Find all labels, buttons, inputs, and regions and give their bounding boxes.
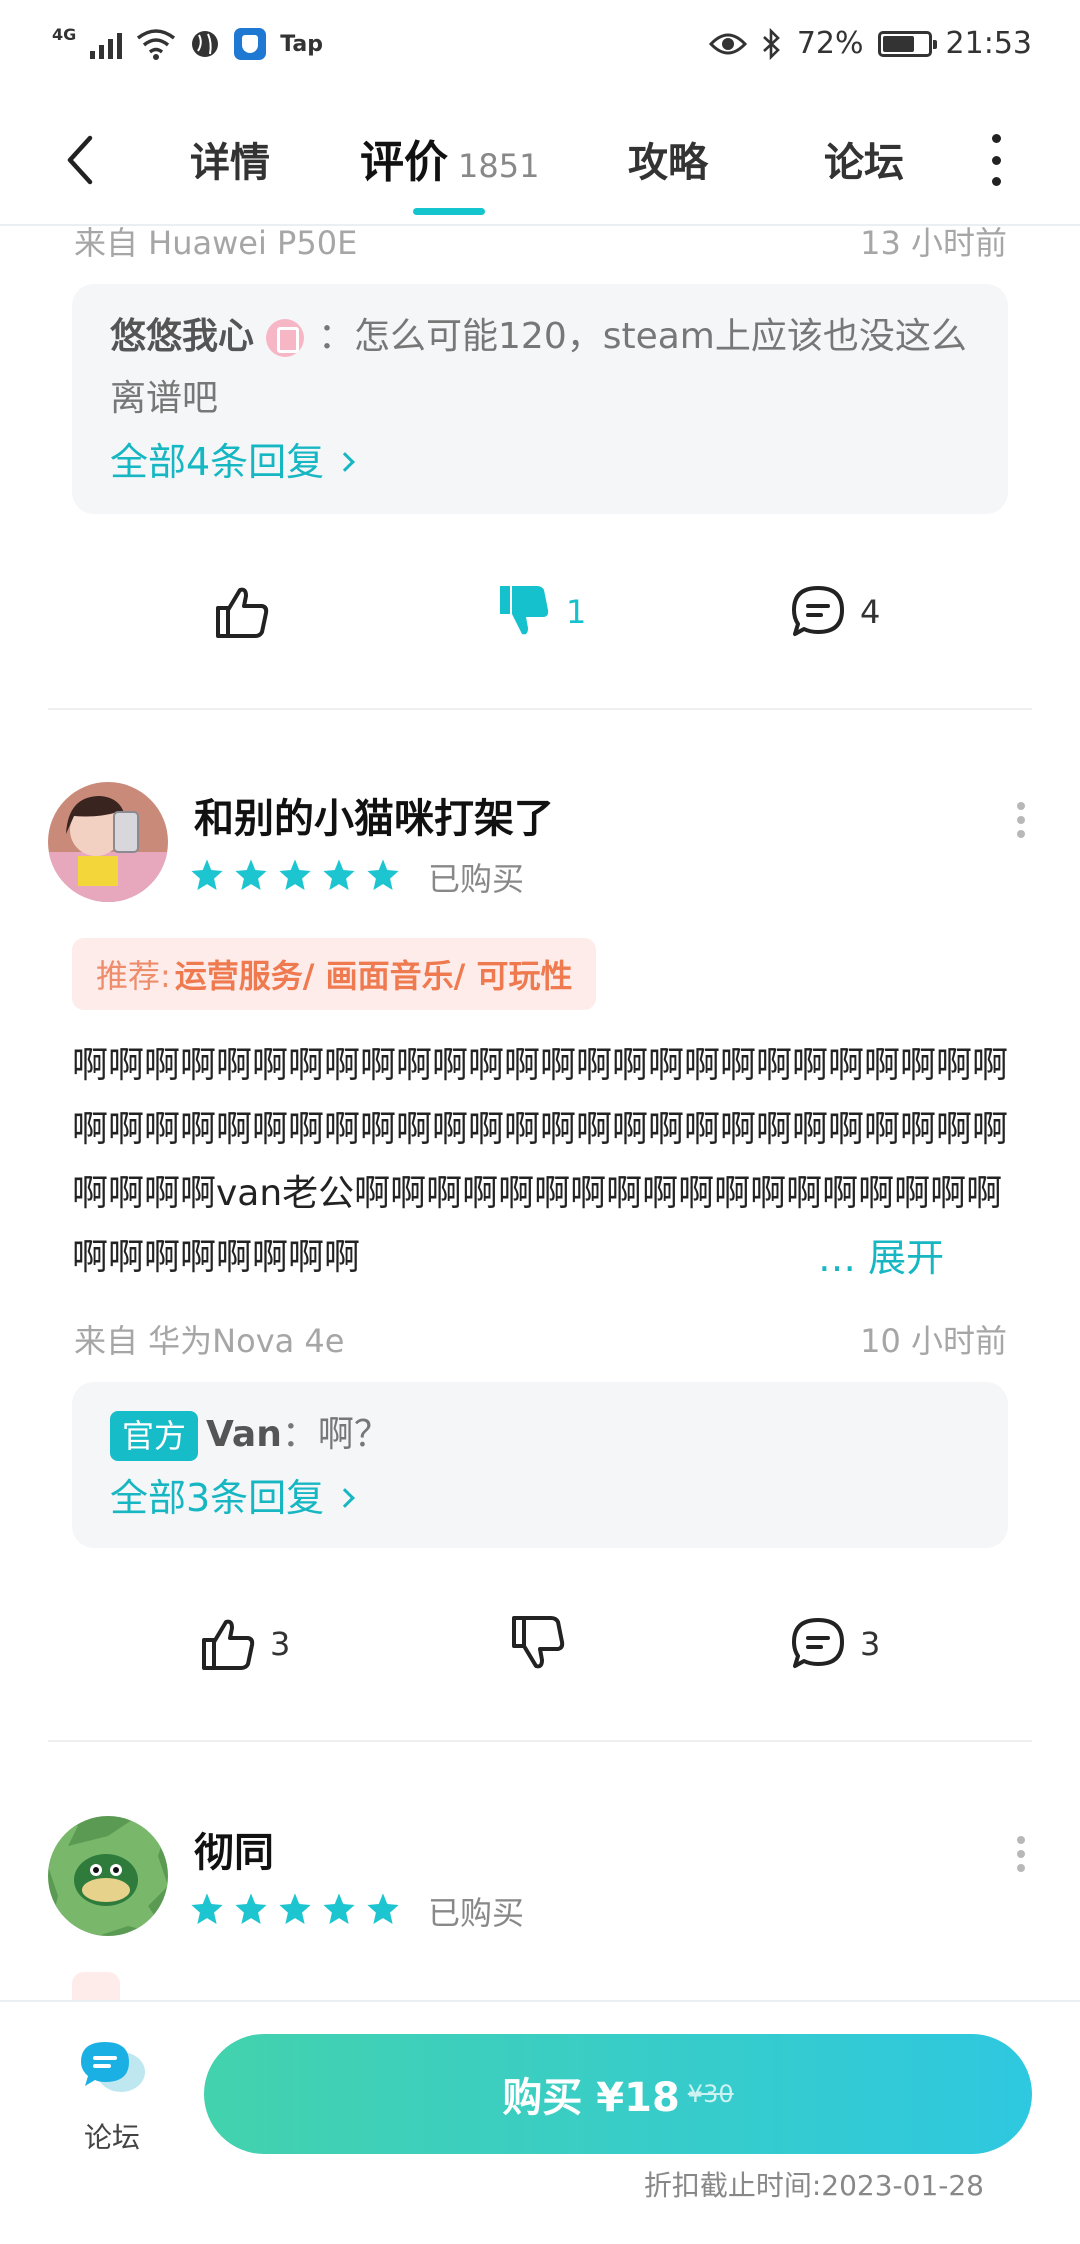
discount-deadline: 折扣截止时间:2023-01-28: [643, 2169, 984, 2202]
thumbs-up-icon: [202, 1619, 255, 1670]
recommend-tag: 推荐: 运营服务/ 画面音乐/ 可玩性: [72, 938, 597, 1010]
purchased-label: 已购买: [428, 860, 525, 898]
chevron-right-icon: [335, 1487, 356, 1508]
reply-line: 悠悠我心 ：怎么可能120，steam上应该也没这么离谱吧: [110, 306, 970, 430]
review-actions: 1 4: [0, 572, 1080, 652]
eye-icon: [708, 33, 747, 54]
top-nav: 详情 评价 1851 攻略 论坛: [0, 96, 1080, 226]
divider: [48, 708, 1032, 710]
shield-app-icon: [234, 28, 267, 60]
view-all-replies-link[interactable]: 全部3条回复: [110, 1468, 970, 1528]
star-icon: [235, 859, 267, 891]
review-options-icon[interactable]: [1016, 802, 1026, 838]
rating-stars: [190, 1892, 400, 1926]
reply-text: ：啊？: [281, 1414, 390, 1455]
original-price: ¥30: [687, 2080, 734, 2108]
reply-username[interactable]: 悠悠我心: [110, 316, 254, 357]
signal-icon: [90, 29, 123, 59]
review-username[interactable]: 彻同: [194, 1820, 274, 1878]
star-icon: [191, 1893, 223, 1925]
like-button[interactable]: [212, 572, 284, 652]
active-tab-indicator: [413, 208, 485, 215]
vpn-globe-icon: [192, 31, 219, 57]
status-left: 4G Tap: [52, 24, 324, 60]
review-actions: 3 3: [0, 1604, 1080, 1684]
view-all-replies-link[interactable]: 全部4条回复: [110, 432, 970, 492]
star-icon: [235, 1893, 267, 1925]
thumbs-up-icon: [216, 587, 269, 638]
tab-forum[interactable]: 论坛: [824, 130, 904, 188]
avatar[interactable]: [48, 1816, 168, 1936]
star-icon: [323, 859, 355, 891]
star-icon: [191, 859, 223, 891]
user-badge-icon: [266, 319, 305, 357]
reply-preview-box[interactable]: 悠悠我心 ：怎么可能120，steam上应该也没这么离谱吧 全部4条回复: [72, 284, 1008, 514]
reply-username[interactable]: Van: [206, 1414, 282, 1455]
comment-count: 4: [860, 593, 881, 631]
recommend-label: 推荐:: [96, 957, 171, 995]
rating-stars: [190, 858, 400, 892]
recommend-tag: [72, 1972, 120, 2000]
thumbs-down-icon: [500, 586, 549, 635]
tab-reviews[interactable]: 评价 1851: [360, 126, 539, 190]
thumbs-down-icon: [512, 1616, 565, 1669]
review-meta: 来自 华为Nova 4e 10 小时前: [74, 1316, 1007, 1362]
official-badge: 官方: [110, 1411, 199, 1461]
more-menu-icon[interactable]: [986, 134, 1006, 186]
reply-preview-box[interactable]: 官方 Van：啊？ 全部3条回复: [72, 1382, 1008, 1548]
buy-button[interactable]: 购买 ¥18 ¥30: [204, 2034, 1032, 2154]
comment-bubble-icon: [792, 1618, 844, 1668]
bluetooth-icon: [762, 27, 780, 60]
wifi-icon: [137, 29, 176, 60]
dislike-count: 1: [566, 593, 587, 631]
bottom-bar: 论坛 购买 ¥18 ¥30 折扣截止时间:2023-01-28: [0, 2000, 1080, 2244]
like-button[interactable]: 3: [198, 1604, 290, 1684]
review-device: 来自 Huawei P50E: [74, 226, 358, 262]
forum-button[interactable]: 论坛: [64, 2038, 160, 2156]
recommend-items: 运营服务/ 画面音乐/ 可玩性: [174, 957, 573, 995]
review-device: 来自 华为Nova 4e: [74, 1322, 345, 1360]
star-icon: [367, 859, 399, 891]
status-right: 72% 21:53: [708, 26, 1032, 61]
review-list[interactable]: 来自 Huawei P50E 13 小时前 悠悠我心 ：怎么可能120，steam…: [0, 226, 1080, 2000]
reply-line: 官方 Van：啊？: [110, 1404, 970, 1466]
battery-icon: [877, 30, 937, 57]
battery-percent: 72%: [796, 26, 864, 61]
like-count: 3: [270, 1625, 291, 1663]
tab-guides[interactable]: 攻略: [628, 130, 708, 188]
dislike-button[interactable]: 1: [494, 572, 586, 652]
review-time: 13 小时前: [860, 226, 1007, 262]
status-bar: 4G Tap 72% 21:53: [0, 0, 1080, 96]
avatar[interactable]: [48, 782, 168, 902]
comment-count: 3: [860, 1625, 881, 1663]
forum-chat-icon: [81, 2042, 145, 2092]
back-arrow-icon[interactable]: [60, 132, 110, 188]
buy-label: 购买 ¥18: [502, 2075, 680, 2121]
review-meta: 来自 Huawei P50E 13 小时前: [74, 226, 1007, 264]
comment-button[interactable]: 3: [788, 1604, 880, 1684]
star-icon: [279, 859, 311, 891]
tap-label: Tap: [280, 31, 324, 57]
comment-button[interactable]: 4: [788, 572, 880, 652]
star-icon: [279, 1893, 311, 1925]
clock: 21:53: [945, 26, 1032, 61]
star-icon: [323, 1893, 355, 1925]
divider: [48, 1740, 1032, 1742]
review-count: 1851: [458, 147, 540, 185]
review-time: 10 小时前: [860, 1322, 1007, 1360]
comment-bubble-icon: [792, 586, 844, 636]
review-username[interactable]: 和别的小猫咪打架了: [194, 786, 554, 844]
purchased-label: 已购买: [428, 1894, 525, 1932]
expand-link[interactable]: … 展开: [806, 1226, 945, 1290]
chevron-right-icon: [335, 451, 356, 472]
network-label: 4G: [52, 24, 77, 44]
star-icon: [367, 1893, 399, 1925]
tab-details[interactable]: 详情: [190, 130, 270, 188]
review-options-icon[interactable]: [1016, 1836, 1026, 1872]
dislike-button[interactable]: [508, 1604, 580, 1684]
forum-label: 论坛: [83, 2121, 140, 2154]
